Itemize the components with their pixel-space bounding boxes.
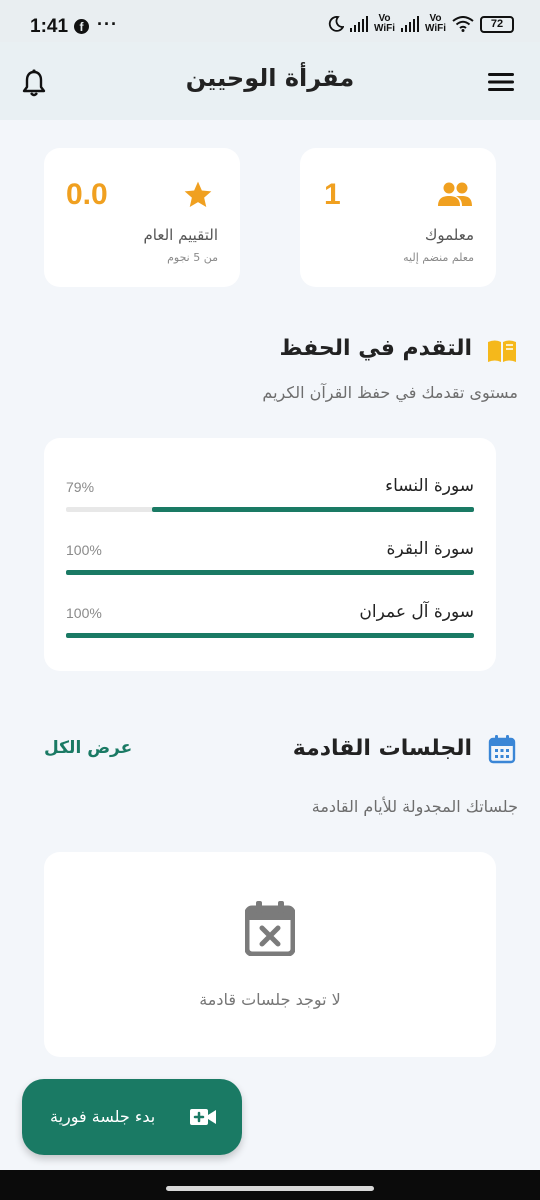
more-dots-icon: ··· (97, 14, 118, 34)
battery-icon: 72 (480, 15, 514, 33)
rating-sub: من 5 نجوم (167, 251, 218, 264)
progress-fill (66, 570, 474, 575)
status-bar: 1:41 f ··· Vo WiFi Vo WiFi 72 (0, 0, 540, 42)
teachers-value: 1 (324, 178, 341, 211)
calendar-x-icon (245, 901, 295, 956)
surah-name: سورة آل عمران (359, 602, 474, 622)
rating-value: 0.0 (66, 178, 108, 211)
open-book-icon (488, 340, 516, 362)
vowifi-label-2: Vo WiFi (424, 13, 446, 34)
teachers-card: 1 معلموك معلم منضم إليه (300, 148, 496, 287)
people-icon (438, 182, 472, 206)
teachers-sub: معلم منضم إليه (403, 251, 474, 264)
rating-card: 0.0 التقييم العام من 5 نجوم (44, 148, 240, 287)
progress-card: سورة النساء 79% سورة البقرة 100% سورة آل… (44, 438, 496, 671)
progress-section-subtitle: مستوى تقدمك في حفظ القرآن الكريم (262, 383, 518, 402)
progress-bar (66, 570, 474, 575)
progress-bar (66, 507, 474, 512)
rating-label: التقييم العام (143, 226, 219, 244)
vowifi-label: Vo WiFi (373, 13, 395, 34)
wifi-icon (452, 16, 474, 32)
hamburger-menu-icon[interactable] (488, 72, 514, 92)
progress-section-title: التقدم في الحفظ (279, 336, 472, 361)
system-nav-bar (0, 1170, 540, 1200)
page-title: مقرأة الوحيين (185, 64, 355, 92)
surah-name: سورة البقرة (386, 539, 474, 559)
surah-percent: 100% (66, 542, 102, 558)
progress-bar (66, 633, 474, 638)
surah-percent: 100% (66, 605, 102, 621)
view-all-link[interactable]: عرض الكل (44, 738, 132, 758)
signal-icon (349, 16, 368, 32)
teachers-label: معلموك (424, 226, 474, 244)
video-camera-icon (190, 1109, 216, 1125)
progress-fill (66, 633, 474, 638)
sessions-section-title: الجلسات القادمة (292, 736, 472, 761)
surah-name: سورة النساء (385, 476, 474, 496)
signal-icon-2 (400, 16, 419, 32)
home-gesture-handle[interactable] (166, 1186, 374, 1191)
empty-sessions-card: لا توجد جلسات قادمة (44, 852, 496, 1057)
surah-percent: 79% (66, 479, 95, 495)
star-icon (184, 181, 212, 207)
progress-fill (151, 507, 474, 512)
fab-label: بدء جلسة فورية (50, 1107, 156, 1126)
empty-sessions-text: لا توجد جلسات قادمة (199, 990, 341, 1009)
calendar-icon (488, 735, 516, 764)
status-time: 1:41 (30, 16, 69, 37)
moon-icon (328, 16, 344, 32)
start-instant-session-button[interactable]: بدء جلسة فورية (22, 1079, 242, 1155)
facebook-icon: f (74, 19, 89, 34)
status-icons: Vo WiFi Vo WiFi 72 (328, 14, 514, 34)
app-header: مقرأة الوحيين (0, 42, 540, 120)
sessions-section-subtitle: جلساتك المجدولة للأيام القادمة (311, 797, 518, 816)
